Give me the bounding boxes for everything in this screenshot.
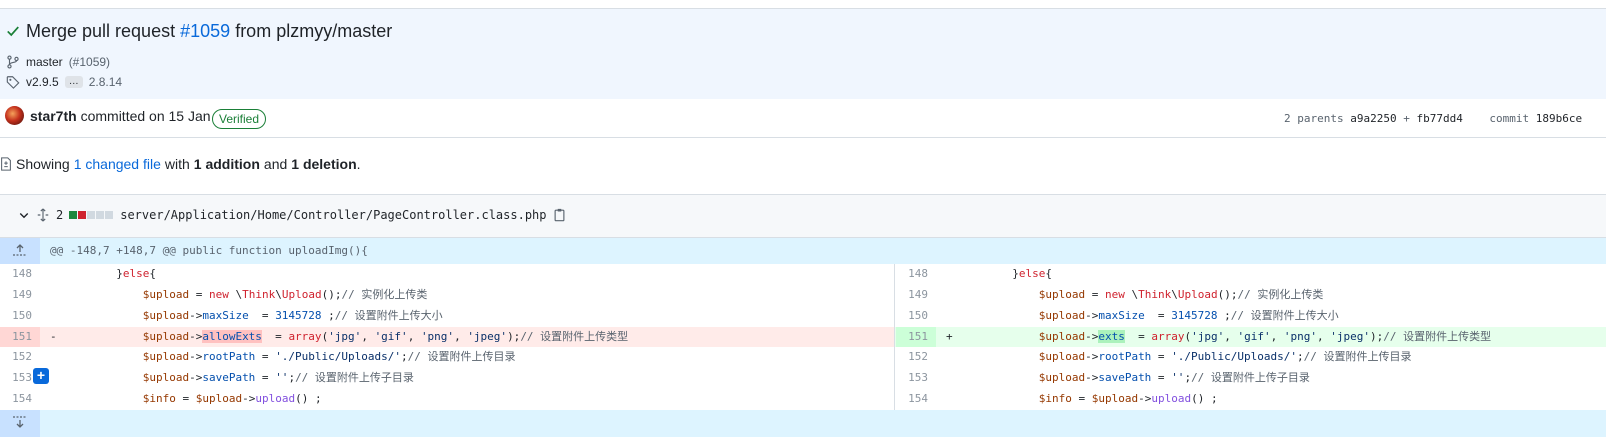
avatar[interactable]: [5, 106, 24, 125]
tag-start[interactable]: v2.9.5: [26, 75, 59, 89]
check-icon: [7, 26, 19, 37]
file-header-row: 2 server/Application/Home/Controller/Pag…: [18, 207, 566, 223]
diffstat-bar: [69, 208, 114, 222]
right-line-number[interactable]: 154: [896, 389, 936, 409]
right-code: }else{: [946, 267, 1052, 280]
file-diff-icon: [1, 157, 11, 171]
expand-icon[interactable]: [36, 208, 50, 222]
expand-down-icon: [13, 416, 27, 428]
commit-meta: 2 parents a9a2250 + fb77dd4 commit 189b6…: [1284, 112, 1582, 125]
branch-icon: [7, 55, 19, 69]
right-line-number[interactable]: 153: [896, 368, 936, 388]
diff-row: 148 }else{ 148 }else{: [0, 264, 1606, 284]
expand-up-icon: [13, 244, 27, 256]
change-count: 2: [56, 208, 64, 222]
file-path[interactable]: server/Application/Home/Controller/PageC…: [120, 208, 546, 222]
additions-count: 1 addition: [193, 156, 260, 172]
add-comment-icon[interactable]: +: [33, 368, 49, 384]
verified-badge[interactable]: Verified: [212, 109, 267, 129]
deletions-wrap: 1 deletion.: [291, 156, 360, 172]
title-suffix: from plzmyy/master: [235, 20, 393, 41]
pr-link[interactable]: #1059: [180, 21, 230, 41]
diff-row: 153 $upload->savePath = '';// 设置附件上传子目录 …: [0, 368, 1606, 388]
expand-up-button[interactable]: [0, 238, 40, 264]
left-code: $info = $upload->upload() ;: [142, 392, 322, 405]
right-line-number[interactable]: 151: [896, 327, 936, 347]
branch-row: master (#1059): [6, 53, 110, 71]
expand-down-button[interactable]: [0, 410, 40, 437]
parent-sha-1[interactable]: a9a2250: [1350, 112, 1396, 125]
left-line-number[interactable]: 152: [0, 347, 40, 367]
right-code: $upload->savePath = '';// 设置附件上传子目录: [1038, 371, 1310, 384]
with-text: with: [164, 156, 190, 172]
right-code: $upload = new \Think\Upload();// 实例化上传类: [1038, 288, 1324, 301]
right-code: $upload->maxSize = 3145728 ;// 设置附件上传大小: [1038, 309, 1339, 322]
diff-row-changed: 151 - $upload->allowExts = array('jpg', …: [0, 327, 1606, 347]
right-code-added: $upload->exts = array('jpg', 'gif', 'png…: [1038, 330, 1492, 343]
parent-separator: +: [1403, 112, 1410, 125]
commit-label: commit: [1489, 112, 1530, 125]
diff-row: 150 $upload->maxSize = 3145728 ;// 设置附件上…: [0, 306, 1606, 326]
diff-row: 152 $upload->rootPath = './Public/Upload…: [0, 347, 1606, 367]
copy-icon[interactable]: [553, 208, 566, 222]
right-code: $info = $upload->upload() ;: [1038, 392, 1218, 405]
tag-row: v2.9.5 … 2.8.14: [6, 73, 122, 91]
right-line-number[interactable]: 150: [896, 306, 936, 326]
author-name[interactable]: star7th: [30, 108, 77, 124]
right-line-number[interactable]: 149: [896, 285, 936, 305]
tag-icon: [6, 76, 20, 89]
hunk-header-text: @@ -148,7 +148,7 @@ public function uplo…: [50, 244, 368, 257]
left-code-deleted: $upload->allowExts = array('jpg', 'gif',…: [142, 330, 629, 343]
left-code: $upload = new \Think\Upload();// 实例化上传类: [142, 288, 428, 301]
left-line-number[interactable]: 154: [0, 389, 40, 409]
period: .: [356, 156, 361, 172]
diff-row: 149 $upload = new \Think\Upload();// 实例化…: [0, 285, 1606, 305]
author-info: star7th committed on 15 Jan: [30, 108, 211, 124]
left-code: $upload->maxSize = 3145728 ;// 设置附件上传大小: [142, 309, 443, 322]
deletions-count: 1 deletion: [291, 156, 357, 172]
chevron-down-icon[interactable]: [18, 209, 30, 221]
and-text: and: [263, 156, 288, 172]
right-line-number[interactable]: 152: [896, 347, 936, 367]
left-code: }else{: [50, 267, 156, 280]
parents-label: 2 parents: [1284, 112, 1344, 125]
committed-date: committed on 15 Jan: [80, 108, 211, 124]
commit-title-row: Merge pull request #1059 from plzmyy/mas…: [6, 20, 392, 42]
changed-files-link[interactable]: 1 changed file: [74, 156, 161, 172]
diff-row: 154 $info = $upload->upload() ; 154 $inf…: [0, 389, 1606, 409]
left-code: $upload->rootPath = './Public/Uploads/';…: [142, 350, 516, 363]
parent-sha-2[interactable]: fb77dd4: [1416, 112, 1462, 125]
showing-text: Showing: [16, 156, 70, 172]
branch-name[interactable]: master: [26, 55, 63, 69]
commit-title: Merge pull request #1059 from plzmyy/mas…: [26, 21, 392, 42]
right-code: $upload->rootPath = './Public/Uploads/';…: [1038, 350, 1412, 363]
tag-end[interactable]: 2.8.14: [89, 75, 122, 89]
expander-strip: [40, 410, 1606, 437]
left-line-number[interactable]: 150: [0, 306, 40, 326]
title-prefix: Merge pull request: [26, 20, 176, 41]
split-divider: [894, 264, 895, 410]
left-line-number[interactable]: 151: [0, 327, 40, 347]
left-code: $upload->savePath = '';// 设置附件上传子目录: [142, 371, 414, 384]
right-line-number[interactable]: 148: [896, 264, 936, 284]
branch-pr[interactable]: (#1059): [69, 55, 110, 69]
left-line-number[interactable]: 149: [0, 285, 40, 305]
left-line-number[interactable]: 148: [0, 264, 40, 284]
tag-ellipsis-button[interactable]: …: [64, 76, 83, 88]
commit-sha: 189b6ce: [1535, 112, 1583, 125]
diff-summary: Showing 1 changed file with 1 addition a…: [0, 156, 361, 172]
